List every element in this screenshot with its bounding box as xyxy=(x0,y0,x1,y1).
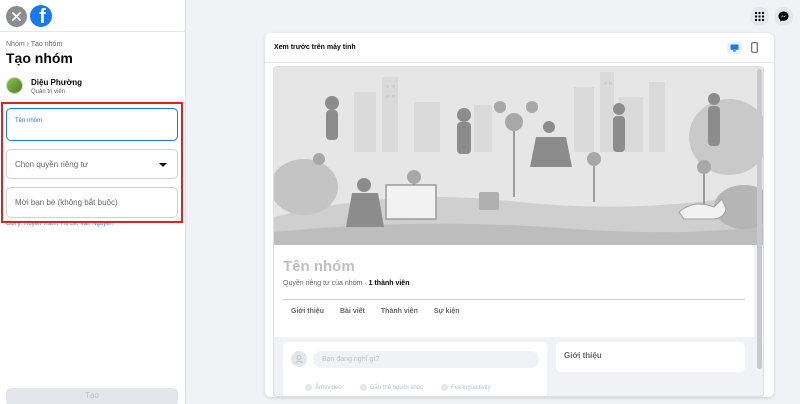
scrollbar[interactable] xyxy=(757,69,762,369)
cover-illustration xyxy=(274,67,763,245)
tab-posts[interactable]: Bài viết xyxy=(332,308,373,315)
tab-members[interactable]: Thành viên xyxy=(373,308,426,315)
group-name-preview: Tên nhóm xyxy=(283,258,355,275)
photo-icon xyxy=(305,384,312,391)
close-icon[interactable] xyxy=(6,6,27,27)
preview-title: Xem trước trên máy tính xyxy=(274,44,356,51)
group-preview: Tên nhóm Quyền riêng tư của nhóm · 1 thà… xyxy=(273,66,764,397)
post-composer: Bạn đang nghĩ gì? Ảnh/video Gắn thẻ ngườ… xyxy=(283,342,547,396)
messenger-icon[interactable] xyxy=(774,7,793,26)
member-count: 1 thành viên xyxy=(368,280,410,287)
desktop-preview-card: Xem trước trên máy tính Tên nhóm Quyền r… xyxy=(265,33,774,397)
breadcrumb: Nhóm › Tạo nhóm xyxy=(6,41,63,48)
user-icon xyxy=(291,351,307,367)
divider xyxy=(283,299,745,300)
tag-icon xyxy=(359,384,367,391)
facebook-logo[interactable]: f xyxy=(30,5,52,27)
divider xyxy=(0,31,186,32)
divider xyxy=(265,62,774,63)
feeling-label: Feeling/activity xyxy=(451,384,491,391)
about-title: Giới thiệu xyxy=(564,351,602,360)
tab-about[interactable]: Giới thiệu xyxy=(283,308,332,315)
group-info-section: Tên nhóm Quyền riêng tư của nhóm · 1 thà… xyxy=(274,245,754,337)
highlight-box xyxy=(1,102,183,223)
page-title: Tạo nhóm xyxy=(6,50,73,66)
about-box: Giới thiệu xyxy=(556,342,745,372)
photo-video-label: Ảnh/video xyxy=(315,384,342,391)
group-meta: Quyền riêng tư của nhóm · 1 thành viên xyxy=(283,280,409,287)
group-tabs: Giới thiệu Bài viết Thành viên Sự kiện xyxy=(283,308,468,315)
user-name: Diệu Phường xyxy=(31,78,83,87)
tag-people-label: Gắn thẻ người khác xyxy=(369,384,424,391)
feeling-icon xyxy=(441,384,449,391)
composer-actions: Ảnh/video Gắn thẻ người khác Feeling/act… xyxy=(305,384,491,391)
tag-people-action[interactable]: Gắn thẻ người khác xyxy=(359,384,424,391)
photo-video-action[interactable]: Ảnh/video xyxy=(305,384,342,391)
avatar xyxy=(6,77,23,94)
privacy-text: Quyền riêng tư của nhóm · xyxy=(283,280,369,287)
user-role: Quản trị viên xyxy=(31,89,66,95)
desktop-icon[interactable] xyxy=(727,41,742,54)
composer-input[interactable]: Bạn đang nghĩ gì? xyxy=(313,351,539,368)
grid-menu-icon[interactable] xyxy=(750,7,769,26)
mobile-icon[interactable] xyxy=(748,41,760,54)
tab-events[interactable]: Sự kiện xyxy=(426,308,468,315)
feeling-action[interactable]: Feeling/activity xyxy=(441,384,491,391)
create-button[interactable]: Tạo xyxy=(6,388,178,404)
